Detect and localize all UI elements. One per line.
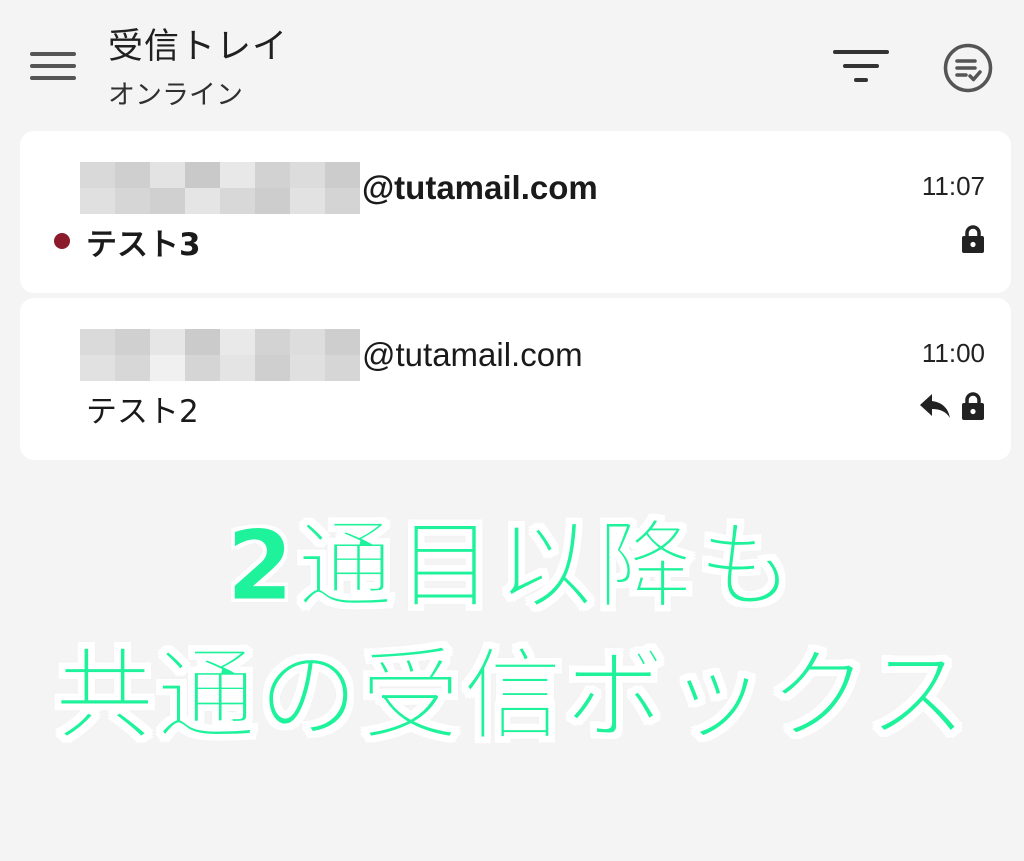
sender-domain: @tutamail.com [362,169,598,206]
lock-icon [962,225,984,253]
filter-icon [833,50,889,54]
mail-list-item[interactable]: @tutamail.com 11:00 テスト2 [20,298,1011,460]
multi-select-button[interactable] [942,42,994,94]
caption-line-2: 共通の受信ボックス [54,637,970,754]
mail-sender: @tutamail.com [80,329,583,381]
mail-subject: テスト3 [86,227,201,263]
hamburger-menu-icon [30,52,76,56]
unread-indicator [54,233,70,249]
redacted-sender-name [80,162,360,214]
menu-button[interactable] [30,49,76,83]
mail-time: 11:00 [921,338,985,368]
reply-icon [920,394,950,418]
mail-time: 11:07 [921,171,985,201]
page-title: 受信トレイ [108,27,289,67]
lock-icon [962,392,984,420]
mail-subject: テスト2 [86,394,199,430]
sender-domain: @tutamail.com [362,336,583,373]
filter-button[interactable] [833,44,889,84]
app-header: 受信トレイ オンライン [0,0,1024,125]
redacted-sender-name [80,329,360,381]
mail-list-item[interactable]: @tutamail.com 11:07 テスト3 [20,131,1011,293]
mail-status-icons [919,390,985,422]
mail-status-icons [961,223,985,255]
caption-line-1: 2通目以降も [226,510,798,622]
connection-status: オンライン [108,80,243,111]
mail-sender: @tutamail.com [80,162,598,214]
multi-select-checklist-icon [943,43,993,93]
